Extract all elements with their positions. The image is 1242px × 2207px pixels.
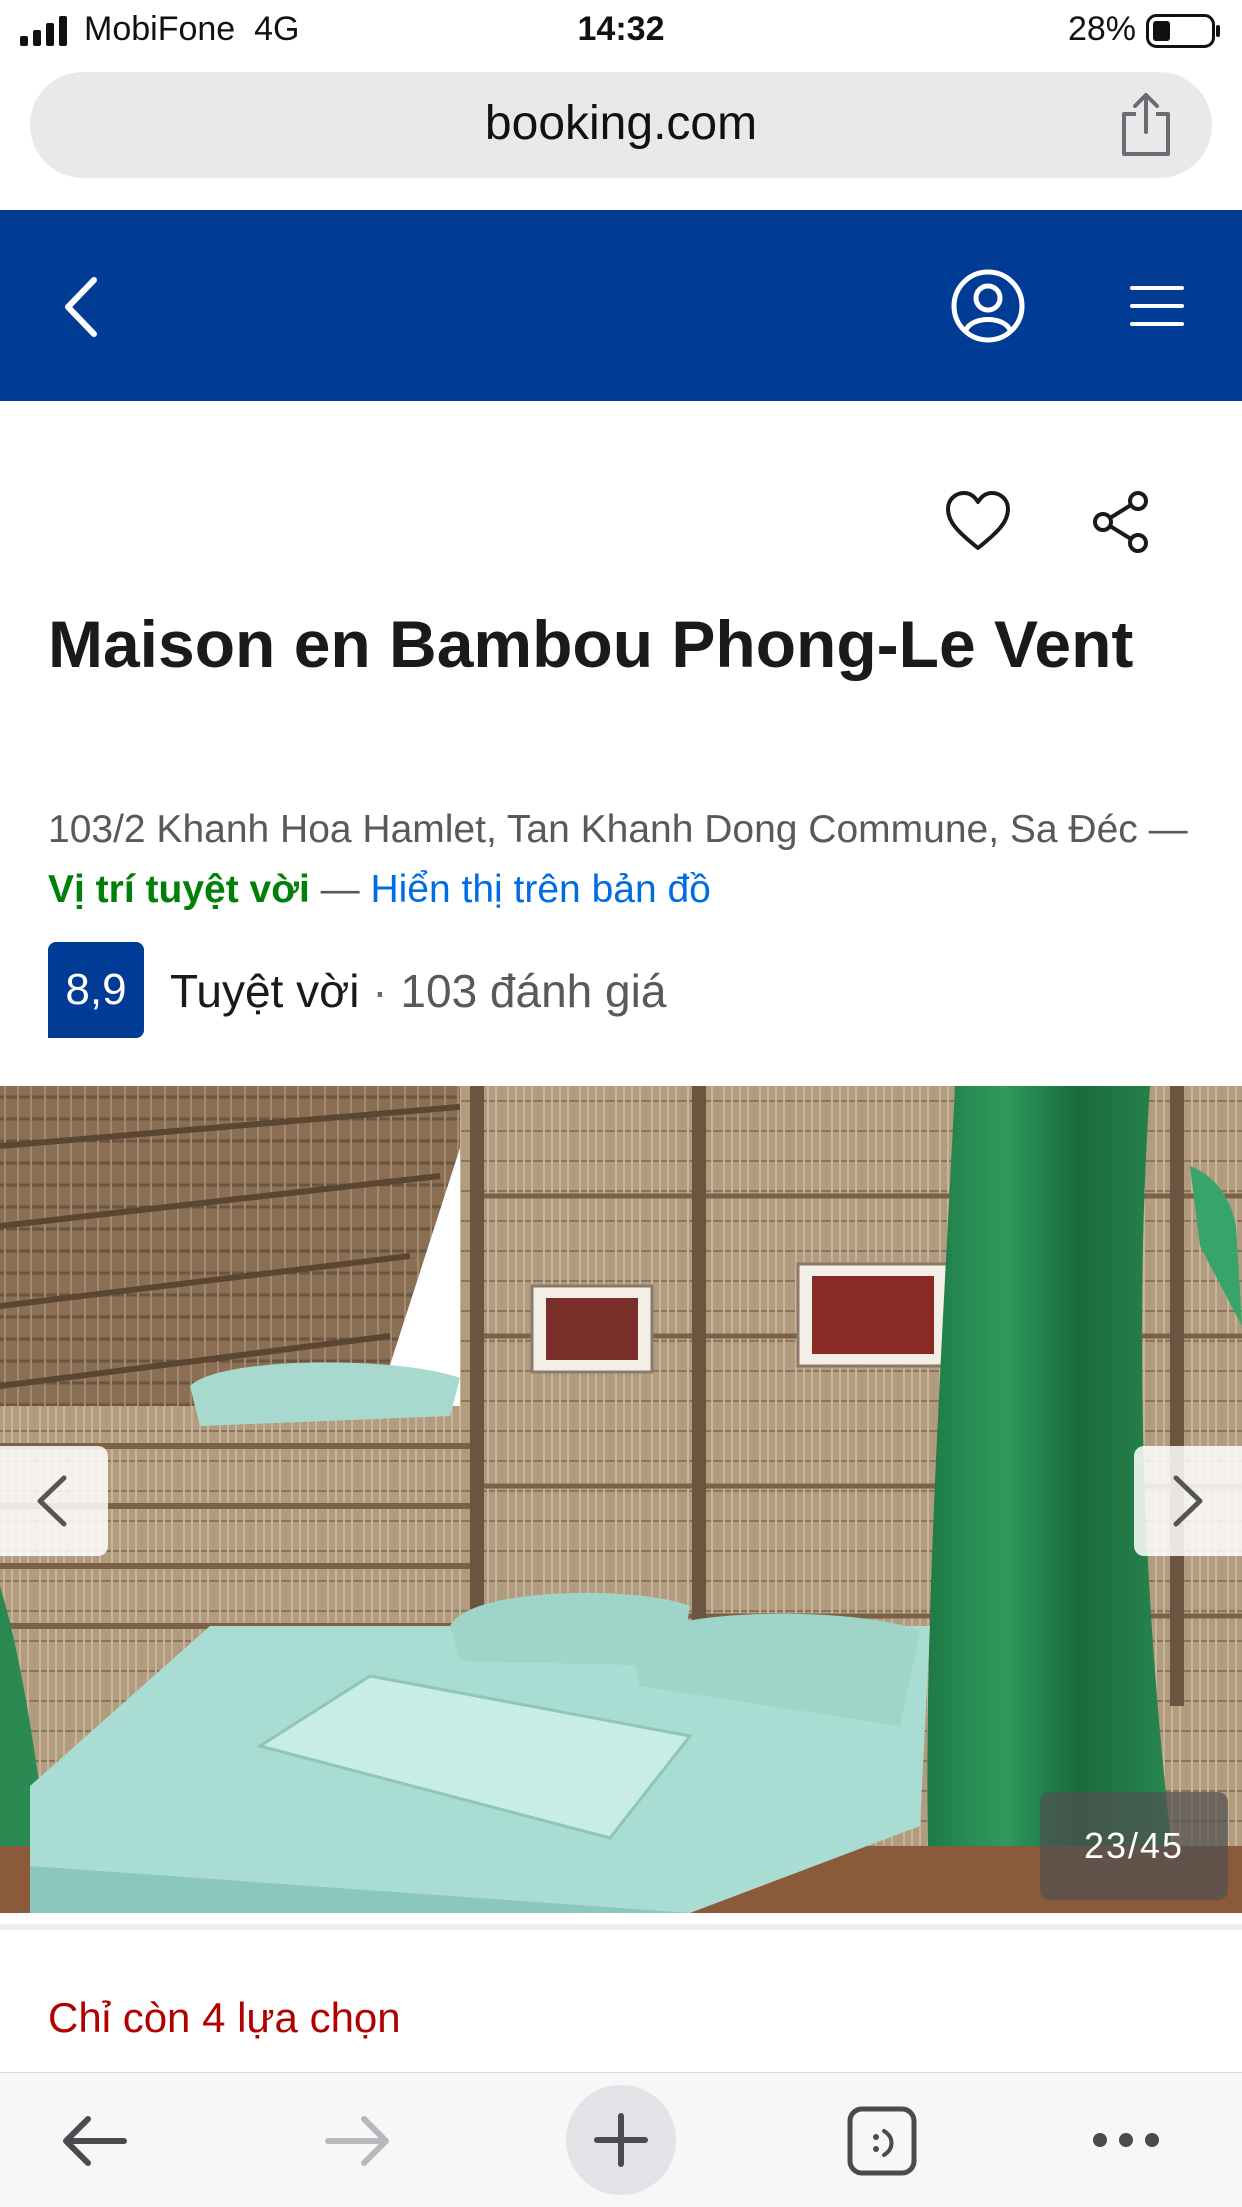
plus-icon bbox=[594, 2113, 648, 2167]
rating-summary[interactable]: Tuyệt vời · 103 đánh giá bbox=[170, 964, 666, 1018]
rating-dot: · bbox=[359, 965, 401, 1017]
battery-icon bbox=[1146, 14, 1220, 48]
share-nodes-icon[interactable] bbox=[1090, 490, 1152, 554]
room-photo bbox=[0, 1086, 1242, 1913]
user-circle-icon[interactable] bbox=[950, 268, 1026, 344]
site-header bbox=[0, 210, 1242, 401]
browser-toolbar bbox=[0, 2072, 1242, 2207]
new-tab-button[interactable] bbox=[566, 2085, 676, 2195]
clock: 14:32 bbox=[577, 10, 665, 48]
heart-icon[interactable] bbox=[944, 490, 1012, 552]
page: MobiFone 4G 14:32 28% booking.com Maison… bbox=[0, 0, 1242, 2207]
photo-counter: 23/45 bbox=[1040, 1792, 1228, 1900]
chevron-left-icon bbox=[37, 1475, 67, 1527]
battery-percentage: 28% bbox=[1067, 10, 1136, 48]
hamburger-icon[interactable] bbox=[1128, 278, 1186, 334]
address-bar[interactable]: booking.com bbox=[30, 72, 1212, 178]
more-options-icon[interactable] bbox=[1090, 2125, 1162, 2155]
chevron-left-icon[interactable] bbox=[52, 272, 112, 342]
tabs-icon[interactable] bbox=[846, 2105, 918, 2177]
status-bar: MobiFone 4G 14:32 28% bbox=[0, 0, 1242, 62]
property-address-line: 103/2 Khanh Hoa Hamlet, Tan Khanh Dong C… bbox=[48, 800, 1208, 920]
arrow-right-icon[interactable] bbox=[322, 2111, 394, 2171]
address-separator: — bbox=[1137, 808, 1188, 851]
review-count: 103 đánh giá bbox=[400, 965, 667, 1017]
photo-gallery[interactable]: 23/45 bbox=[0, 1086, 1242, 1913]
show-on-map-link[interactable]: Hiển thị trên bản đồ bbox=[370, 868, 710, 911]
property-address: 103/2 Khanh Hoa Hamlet, Tan Khanh Dong C… bbox=[48, 808, 1138, 851]
address-separator-2: — bbox=[309, 868, 371, 911]
review-score-badge[interactable]: 8,9 bbox=[48, 942, 144, 1038]
rating-word: Tuyệt vời bbox=[170, 965, 360, 1017]
share-upload-icon[interactable] bbox=[1116, 92, 1176, 158]
property-title: Maison en Bambou Phong-Le Vent bbox=[48, 607, 1134, 681]
url-text: booking.com bbox=[484, 97, 758, 150]
next-photo-button[interactable] bbox=[1134, 1446, 1242, 1556]
previous-photo-button[interactable] bbox=[0, 1446, 108, 1556]
arrow-left-icon[interactable] bbox=[58, 2111, 130, 2171]
location-rating: Vị trí tuyệt vời bbox=[48, 868, 310, 911]
section-divider bbox=[0, 1924, 1242, 1930]
availability-notice: Chỉ còn 4 lựa chọn bbox=[48, 1994, 401, 2041]
chevron-right-icon bbox=[1173, 1475, 1203, 1527]
